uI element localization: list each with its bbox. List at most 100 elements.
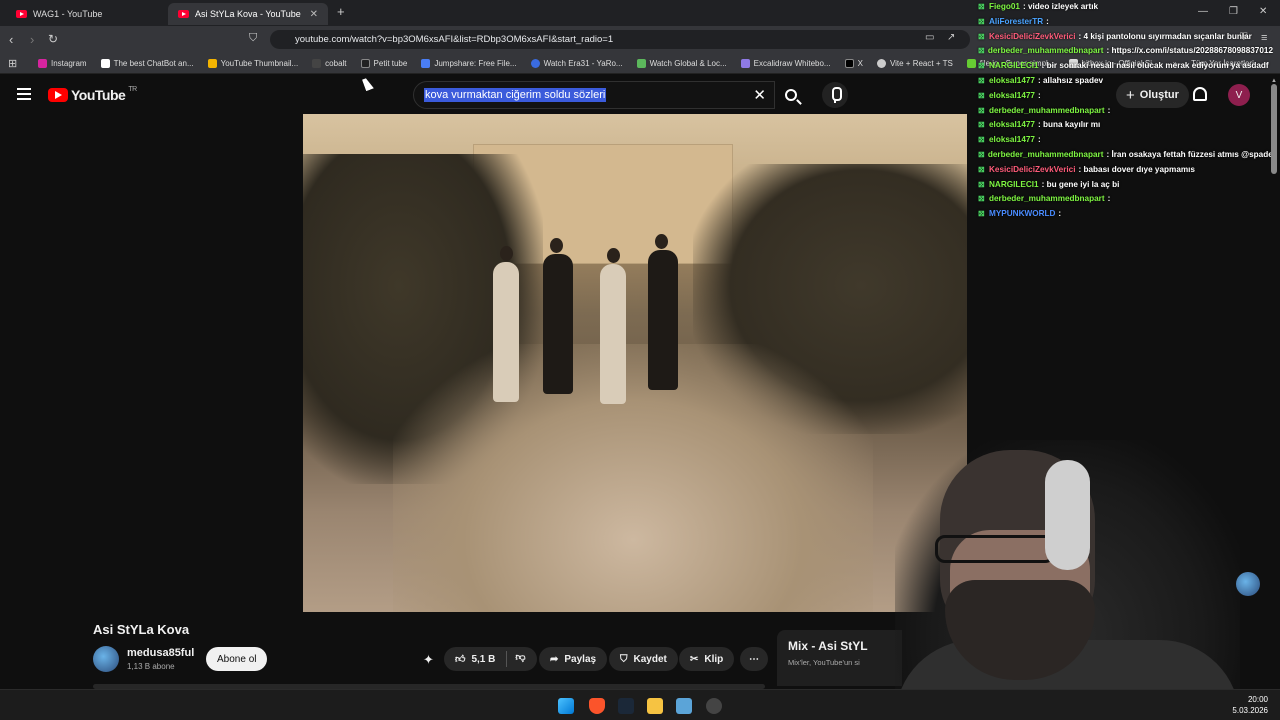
chat-username[interactable]: KesiciDeliciZevkVerici — [989, 30, 1075, 45]
clip-label: Klip — [704, 653, 724, 665]
chat-username[interactable]: derbeder_muhammedbnapart — [989, 192, 1105, 207]
youtube-logo[interactable]: YouTube TR — [48, 86, 137, 103]
chat-username[interactable]: eloksal1477 — [989, 133, 1035, 148]
chat-text: : — [1107, 194, 1111, 204]
clip-button[interactable]: ✂ Klip — [679, 647, 735, 671]
bookmark-item[interactable]: Vite + React + TS — [876, 58, 953, 68]
chatbot-icon — [100, 58, 110, 68]
chat-username[interactable]: eloksal1477 — [989, 74, 1035, 89]
share-icon[interactable]: ↗ — [947, 32, 955, 43]
petit-tube-icon — [360, 58, 370, 68]
clear-search-icon[interactable]: ✕ — [753, 86, 766, 104]
video-figure — [600, 248, 626, 404]
chat-message: ⊠ derbeder_muhammedbnapart: — [973, 192, 1273, 207]
youtube-favicon-icon — [178, 10, 189, 18]
video-player[interactable] — [303, 114, 967, 612]
bookmark-item[interactable]: Excalidraw Whitebo... — [740, 58, 831, 68]
tab-asi-styla-kova[interactable]: Asi StYLa Kova - YouTube ✕ — [168, 3, 328, 25]
share-button[interactable]: ➦ Paylaş — [539, 647, 608, 671]
chat-message: ⊠ derbeder_muhammedbnapart: https://x.com… — [973, 44, 1273, 59]
more-actions-button[interactable]: ⋯ — [740, 647, 768, 671]
chat-text: : — [1058, 209, 1062, 219]
url-text: youtube.com/watch?v=bp3OM6xsAFI&list=RDb… — [295, 34, 614, 45]
scissors-icon: ✂ — [690, 653, 699, 665]
chat-username[interactable]: derbeder_muhammedbnapart — [988, 148, 1104, 163]
chat-message: ⊠ KesiciDeliciZevkVerici: babası dover dı… — [973, 163, 1273, 178]
chat-username[interactable]: Fiego01 — [989, 0, 1020, 15]
bookmark-label: Excalidraw Whitebo... — [753, 58, 831, 68]
apps-grid-icon[interactable]: ⊞ — [8, 57, 17, 70]
channel-avatar[interactable] — [93, 646, 119, 672]
file-explorer-icon[interactable] — [647, 698, 663, 714]
bookmark-item[interactable]: Petit tube — [360, 58, 407, 68]
chat-username[interactable]: eloksal1477 — [989, 89, 1035, 104]
chat-message: ⊠ eloksal1477: — [973, 133, 1273, 148]
url-field[interactable]: youtube.com/watch?v=bp3OM6xsAFI&list=RDb… — [270, 30, 970, 49]
search-query: kova vurmaktan ciğerim soldu sözleri — [424, 88, 607, 102]
bookmark-item[interactable]: Watch Era31 - YaRo... — [530, 58, 623, 68]
bookmark-icon[interactable]: ⛉ — [249, 32, 257, 45]
bookmark-item[interactable]: cobalt — [312, 58, 347, 68]
chat-text: : — [1107, 105, 1111, 115]
scrollbar-thumb[interactable] — [1271, 84, 1277, 174]
search-input[interactable]: kova vurmaktan ciğerim soldu sözleri ✕ — [413, 81, 775, 109]
webcam-overlay — [895, 440, 1240, 720]
bookmark-label: Vite + React + TS — [889, 58, 953, 68]
chat-username[interactable]: NARGILECI1 — [989, 178, 1039, 193]
mini-avatar — [1236, 572, 1260, 596]
cobalt-icon — [312, 58, 322, 68]
close-tab-icon[interactable]: ✕ — [310, 9, 318, 20]
chat-username[interactable]: AliForesterTR — [989, 15, 1043, 30]
chat-message: ⊠ AliForesterTR: — [973, 15, 1273, 30]
kick-badge-icon: ⊠ — [978, 2, 985, 11]
jumpshare-icon — [421, 58, 431, 68]
chat-username[interactable]: NARGILECI1 — [989, 59, 1039, 74]
chat-message: ⊠ eloksal1477: allahsız spadev — [973, 74, 1273, 89]
chat-username[interactable]: derbeder_muhammedbnapart — [989, 104, 1105, 119]
kick-badge-icon: ⊠ — [978, 164, 985, 174]
search-button[interactable] — [775, 81, 807, 109]
thumbs-down-icon[interactable]: 👎︎ — [506, 651, 526, 667]
brave-browser-icon[interactable] — [589, 698, 605, 714]
start-menu-icon[interactable] — [558, 698, 574, 714]
era31-icon — [530, 58, 540, 68]
chat-message: ⊠ Fiego01: video izleyek artık — [973, 0, 1273, 15]
chat-message: ⊠ MYPUNKWORLD: — [973, 207, 1273, 222]
chat-username[interactable]: MYPUNKWORLD — [989, 207, 1055, 222]
new-tab-icon[interactable]: + — [337, 4, 345, 19]
system-clock[interactable]: 20:00 5.03.2026 — [1232, 694, 1268, 716]
tab-label: WAG1 - YouTube — [33, 9, 103, 19]
bookmark-item[interactable]: Jumpshare: Free File... — [421, 58, 517, 68]
save-label: Kaydet — [633, 653, 667, 665]
bookmark-item[interactable]: X — [844, 58, 863, 68]
subscribe-button[interactable]: Abone ol — [206, 647, 268, 671]
kick-badge-icon: ⊠ — [978, 90, 985, 100]
thumbnail-icon — [207, 58, 217, 68]
channel-name[interactable]: medusa85ful — [127, 647, 194, 659]
save-button[interactable]: ⛉ Kaydet — [609, 647, 678, 671]
ask-icon[interactable]: ✦ — [423, 652, 434, 668]
like-button[interactable]: 👍︎ 5,1 B 👎︎ — [444, 647, 537, 671]
bookmark-item[interactable]: Instagram — [38, 58, 87, 68]
steam-icon[interactable] — [618, 698, 634, 714]
back-icon[interactable]: ‹ — [9, 32, 13, 47]
bookmark-item[interactable]: YouTube Thumbnail... — [207, 58, 298, 68]
tab-wag1[interactable]: WAG1 - YouTube — [6, 3, 166, 25]
reload-icon[interactable]: ↻ — [48, 32, 58, 46]
mix-playlist-panel[interactable]: Mix - Asi StYL Mix'ler, YouTube'un si — [777, 630, 902, 686]
photos-icon[interactable] — [676, 698, 692, 714]
kick-badge-icon: ⊠ — [978, 135, 985, 145]
chat-username[interactable]: eloksal1477 — [989, 118, 1035, 133]
chat-username[interactable]: KesiciDeliciZevkVerici — [989, 163, 1075, 178]
cast-icon[interactable]: ▭ — [925, 32, 934, 43]
kick-badge-icon: ⊠ — [978, 61, 985, 71]
microphone-icon[interactable] — [822, 82, 848, 108]
hamburger-menu-icon[interactable] — [17, 88, 31, 100]
app-icon[interactable] — [706, 698, 722, 714]
chat-username[interactable]: derbeder_muhammedbnapart — [988, 44, 1104, 59]
bookmark-item[interactable]: Watch Global & Loc... — [636, 58, 727, 68]
chat-message: ⊠ eloksal1477: buna kayılır mı — [973, 118, 1273, 133]
bookmark-item[interactable]: The best ChatBot an... — [100, 58, 194, 68]
forward-icon[interactable]: › — [30, 32, 34, 47]
chat-text: : buna kayılır mı — [1037, 120, 1101, 130]
